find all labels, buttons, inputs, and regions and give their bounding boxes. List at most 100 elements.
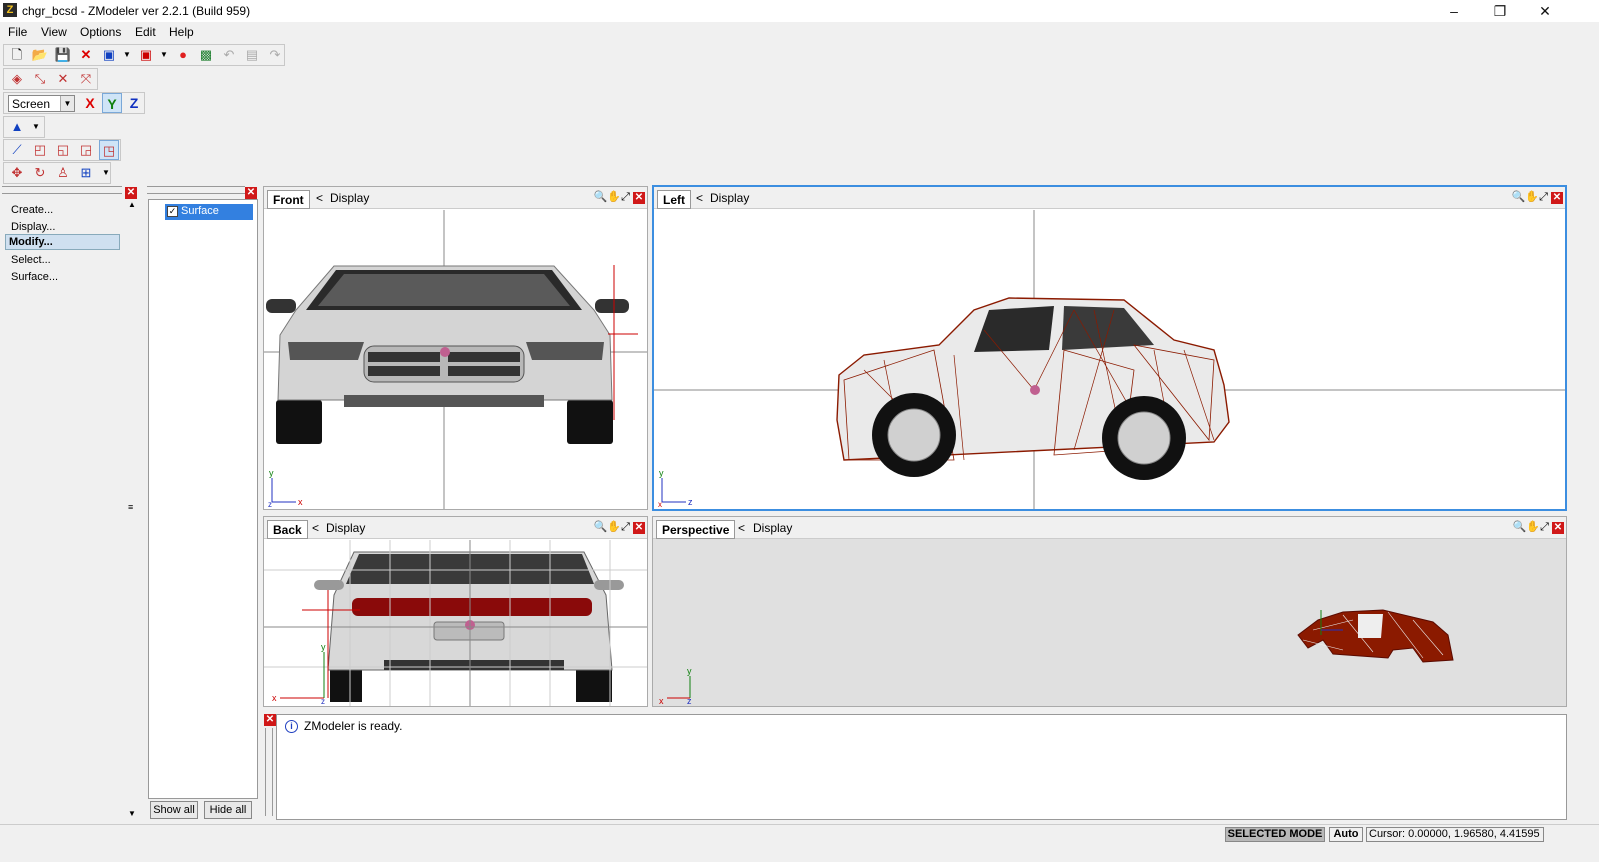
viewport-name[interactable]: Back <box>267 520 308 539</box>
front-view-canvas[interactable]: y x z <box>264 210 647 509</box>
close-icon[interactable]: ✕ <box>1551 192 1563 204</box>
maximize-button[interactable]: ❐ <box>1477 0 1523 22</box>
shading-toolbar: ▲ ▼ <box>3 116 45 138</box>
axis-rotate-icon[interactable]: ✕ <box>53 69 73 89</box>
pan-hand-icon[interactable]: ✋ <box>607 191 621 203</box>
maximize-view-icon[interactable]: ⤢ <box>621 521 630 533</box>
zoom-icon[interactable]: 🔍 <box>1512 191 1526 203</box>
axis-move-icon[interactable]: ⤡ <box>30 69 50 89</box>
hide-all-button[interactable]: Hide all <box>204 801 252 819</box>
cursor-coordinates: Cursor: 0.00000, 1.96580, 4.41595 <box>1366 827 1544 842</box>
save-icon[interactable]: 💾 <box>53 45 73 65</box>
axis-z-toggle[interactable]: Z <box>124 93 144 113</box>
snap-icon[interactable]: ◈ <box>7 69 27 89</box>
object-mode-icon[interactable]: ◲ <box>76 140 96 160</box>
zoom-icon[interactable]: 🔍 <box>594 191 608 203</box>
face-mode-icon[interactable]: ◱ <box>53 140 73 160</box>
close-icon[interactable]: ✕ <box>633 192 645 204</box>
import-icon[interactable]: ▣ <box>99 45 119 65</box>
viewport-name[interactable]: Front <box>267 190 310 209</box>
edge-mode-icon[interactable]: ◰ <box>30 140 50 160</box>
display-arrow[interactable]: < <box>312 521 319 535</box>
menu-options[interactable]: Options <box>80 25 121 39</box>
selected-mode-indicator[interactable]: SELECTED MODE <box>1225 827 1325 842</box>
scroll-grip-icon[interactable]: ≡ <box>128 502 133 512</box>
pan-hand-icon[interactable]: ✋ <box>1525 191 1539 203</box>
vertex-mode-icon[interactable]: ⟋ <box>7 140 27 160</box>
command-create[interactable]: Create... <box>11 204 53 216</box>
close-icon[interactable]: ✕ <box>1552 522 1564 534</box>
checkbox-checked-icon[interactable]: ✓ <box>167 206 178 217</box>
chevron-down-icon[interactable]: ▼ <box>60 96 74 111</box>
auto-indicator[interactable]: Auto <box>1329 827 1363 842</box>
display-arrow[interactable]: < <box>738 521 745 535</box>
back-view-canvas[interactable]: y x z <box>264 540 647 706</box>
close-icon[interactable]: ✕ <box>245 187 257 199</box>
shading-cone-icon[interactable]: ▲ <box>7 117 27 137</box>
display-menu[interactable]: Display <box>330 191 369 205</box>
clipboard-icon[interactable]: ▤ <box>242 45 262 65</box>
close-icon[interactable]: ✕ <box>633 522 645 534</box>
tool-figure-icon[interactable]: ♙ <box>53 163 73 183</box>
minimize-button[interactable]: – <box>1431 0 1477 22</box>
surface-mode-icon[interactable]: ◳ <box>99 140 119 160</box>
display-menu[interactable]: Display <box>753 521 792 535</box>
viewport-name[interactable]: Left <box>657 190 691 209</box>
pan-hand-icon[interactable]: ✋ <box>607 521 621 533</box>
scroll-down-icon[interactable]: ▼ <box>128 809 136 818</box>
command-scrollbar[interactable]: ▲ ≡ ▼ <box>126 200 138 820</box>
axis-y-toggle[interactable]: Y <box>102 93 122 113</box>
tool-dropdown-icon[interactable]: ▼ <box>96 163 116 183</box>
display-menu[interactable]: Display <box>326 521 365 535</box>
close-icon[interactable]: ✕ <box>264 714 276 726</box>
tool-rotate-icon[interactable]: ↻ <box>30 163 50 183</box>
export-icon[interactable]: ▣ <box>136 45 156 65</box>
zoom-icon[interactable]: 🔍 <box>594 521 608 533</box>
show-all-button[interactable]: Show all <box>150 801 198 819</box>
axis-v-label: y <box>659 468 664 478</box>
viewport-left[interactable]: Left < Display 🔍✋⤢ ✕ y z x <box>652 185 1567 511</box>
left-view-canvas[interactable]: y z x <box>654 210 1565 509</box>
close-button[interactable]: ✕ <box>1522 0 1568 22</box>
maximize-view-icon[interactable]: ⤢ <box>1539 191 1548 203</box>
viewport-front[interactable]: Front < Display 🔍✋⤢ ✕ y x z <box>263 186 648 510</box>
axis-mode-select[interactable]: Screen ▼ <box>8 95 75 112</box>
record-icon[interactable]: ● <box>173 45 193 65</box>
menu-file[interactable]: File <box>8 25 27 39</box>
undo-icon[interactable]: ↶ <box>219 45 239 65</box>
tool-pivot-icon[interactable]: ⊞ <box>76 163 96 183</box>
menu-view[interactable]: View <box>41 25 67 39</box>
axis-x-toggle[interactable]: X <box>80 93 100 113</box>
scroll-up-icon[interactable]: ▲ <box>128 200 136 209</box>
render-icon[interactable]: ▩ <box>196 45 216 65</box>
maximize-view-icon[interactable]: ⤢ <box>1540 521 1549 533</box>
maximize-view-icon[interactable]: ⤢ <box>621 191 630 203</box>
shading-dropdown-icon[interactable]: ▼ <box>26 117 46 137</box>
pan-hand-icon[interactable]: ✋ <box>1526 521 1540 533</box>
close-icon[interactable]: ✕ <box>125 187 137 199</box>
command-select[interactable]: Select... <box>11 254 51 266</box>
viewport-perspective[interactable]: Perspective < Display 🔍✋⤢ ✕ y z x <box>652 516 1567 707</box>
export-dropdown-icon[interactable]: ▼ <box>154 45 174 65</box>
display-arrow[interactable]: < <box>316 191 323 205</box>
tool-move-icon[interactable]: ✥ <box>7 163 27 183</box>
display-arrow[interactable]: < <box>696 191 703 205</box>
command-modify[interactable]: Modify... <box>9 236 53 248</box>
menu-edit[interactable]: Edit <box>135 25 156 39</box>
perspective-view-canvas[interactable]: y z x <box>653 540 1566 706</box>
menu-help[interactable]: Help <box>169 25 194 39</box>
import-dropdown-icon[interactable]: ▼ <box>117 45 137 65</box>
viewport-name[interactable]: Perspective <box>656 520 736 539</box>
redo-icon[interactable]: ↷ <box>265 45 285 65</box>
close-file-icon[interactable]: ✕ <box>76 45 96 65</box>
command-surface[interactable]: Surface... <box>11 271 58 283</box>
new-file-icon[interactable]: 🗋 <box>7 45 27 65</box>
zoom-icon[interactable]: 🔍 <box>1513 521 1527 533</box>
command-panel: ✕ Create... Display... Modify... Select.… <box>2 186 140 822</box>
object-item-surface[interactable]: ✓ Surface <box>165 204 253 220</box>
open-folder-icon[interactable]: 📂 <box>30 45 50 65</box>
display-menu[interactable]: Display <box>710 191 749 205</box>
command-display[interactable]: Display... <box>11 221 55 233</box>
viewport-back[interactable]: Back < Display 🔍✋⤢ ✕ y x z <box>263 516 648 707</box>
axis-scale-icon[interactable]: ⤧ <box>76 69 96 89</box>
